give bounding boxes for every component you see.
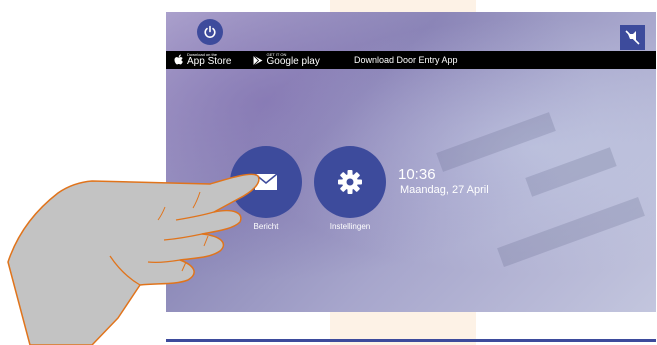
apple-icon bbox=[174, 54, 183, 65]
background-texture bbox=[525, 147, 617, 197]
settings-button[interactable]: Instellingen bbox=[314, 146, 386, 236]
app-download-banner: Download on the App Store GET IT ON Goog… bbox=[166, 51, 656, 69]
power-button[interactable] bbox=[197, 19, 223, 45]
settings-circle[interactable] bbox=[314, 146, 386, 218]
power-icon bbox=[204, 25, 216, 38]
google-play-label: Google play bbox=[266, 56, 320, 67]
settings-label: Instellingen bbox=[329, 222, 371, 231]
clock-time: 10:36 bbox=[398, 166, 436, 183]
app-store-badge[interactable]: Download on the App Store bbox=[174, 53, 231, 67]
banner-text[interactable]: Download Door Entry App bbox=[354, 51, 458, 69]
google-play-icon bbox=[253, 54, 263, 66]
pointing-hand-illustration bbox=[7, 173, 260, 345]
mute-icon bbox=[625, 30, 640, 45]
mute-button[interactable] bbox=[620, 25, 645, 50]
app-store-label: App Store bbox=[187, 56, 232, 67]
google-play-badge[interactable]: GET IT ON Google play bbox=[253, 53, 320, 67]
gear-icon bbox=[338, 170, 362, 194]
clock-date: Maandag, 27 April bbox=[400, 184, 489, 196]
background-texture bbox=[497, 196, 645, 268]
background-texture bbox=[436, 112, 556, 172]
